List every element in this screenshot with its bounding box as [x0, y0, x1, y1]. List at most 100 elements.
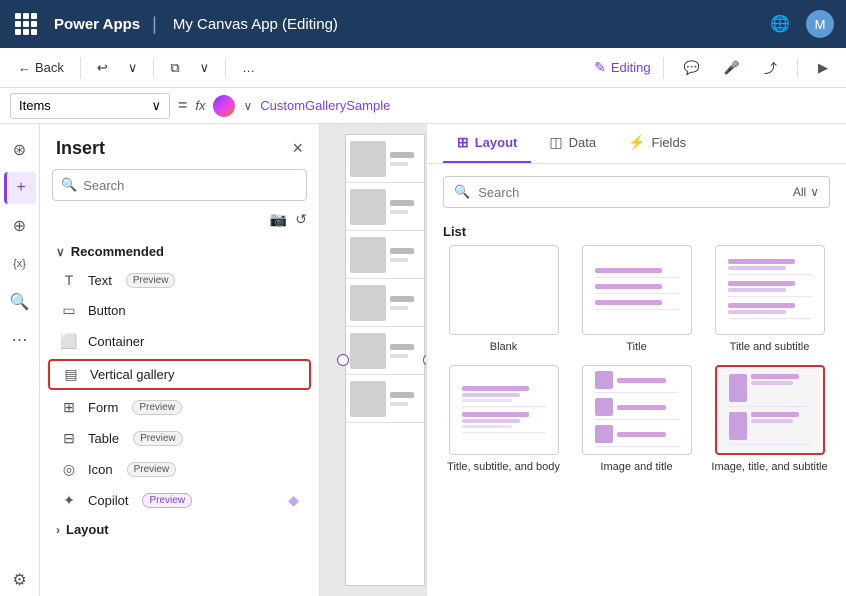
- form-label: Form: [88, 400, 118, 415]
- layout-search-icon: 🔍: [454, 184, 470, 200]
- globe-icon-button[interactable]: 🌐: [766, 10, 794, 38]
- title-subtitle-body-preview: [449, 365, 559, 455]
- separator-5: [797, 58, 798, 78]
- tab-data[interactable]: ◫ Data: [535, 124, 610, 163]
- layout-option-title-subtitle-body[interactable]: Title, subtitle, and body: [443, 365, 564, 473]
- scope-dropdown[interactable]: Items ∨: [10, 93, 170, 119]
- gallery-line2-1: [390, 162, 408, 166]
- gallery-item-2: [346, 183, 424, 231]
- more-button[interactable]: …: [234, 54, 263, 82]
- more-vert-icon-button[interactable]: ⋯: [4, 324, 36, 356]
- title-preview-content: [591, 264, 683, 316]
- panel-close-button[interactable]: ×: [292, 138, 303, 159]
- insert-search-bar[interactable]: 🔍: [52, 169, 307, 201]
- panel-item-container[interactable]: ⬜ Container: [40, 326, 319, 357]
- secondary-toolbar: ← Back ↩ ∨ ⧉ ∨ … ✎ Editing 💬 🎤 ⤴ ▶: [0, 48, 846, 88]
- layout-section-header[interactable]: › Layout: [40, 516, 319, 543]
- formula-bar: Items ∨ = fx ∨: [0, 88, 846, 124]
- panel-item-vertical-gallery[interactable]: ▤ Vertical gallery: [48, 359, 311, 390]
- layout-option-image-title[interactable]: Image and title: [576, 365, 697, 473]
- panel-item-button[interactable]: ▭ Button: [40, 295, 319, 326]
- resize-handle-left[interactable]: [337, 354, 349, 366]
- layout-option-image-title-subtitle[interactable]: Image, title, and subtitle: [709, 365, 830, 473]
- search-icon: 🔍: [61, 177, 77, 193]
- scope-label: Items: [19, 98, 51, 113]
- panel-item-text[interactable]: T Text Preview: [40, 265, 319, 295]
- gallery-line2-2: [390, 210, 408, 214]
- panel-item-table[interactable]: ⊟ Table Preview: [40, 423, 319, 454]
- gallery-line1-2: [390, 200, 414, 206]
- gallery-thumb-6: [350, 381, 386, 417]
- gallery-item-5: [346, 327, 424, 375]
- main-layout: ⊛ + ⊕ {x} 🔍 ⋯ ⚙ Insert × 🔍 📷 ↺ ∨ Recomme…: [0, 124, 846, 596]
- insert-search-input[interactable]: [83, 178, 298, 193]
- layout-search-bar[interactable]: 🔍 All ∨: [443, 176, 830, 208]
- copilot-badge: Preview: [142, 493, 192, 508]
- undo-button[interactable]: ↩: [89, 54, 116, 82]
- layout-search-input[interactable]: [478, 185, 785, 200]
- insert-panel: Insert × 🔍 📷 ↺ ∨ Recommended T Text Prev…: [40, 124, 320, 596]
- button-label: Button: [88, 303, 126, 318]
- copy-icon: ⧉: [170, 60, 179, 76]
- play-button[interactable]: ▶: [810, 54, 836, 82]
- filter-all-label: All: [793, 185, 806, 199]
- form-badge: Preview: [132, 400, 182, 415]
- layout-option-title-subtitle[interactable]: Title and subtitle: [709, 245, 830, 353]
- panel-item-copilot[interactable]: ✦ Copilot Preview ◆: [40, 485, 319, 516]
- layers-icon-button[interactable]: ⊕: [4, 210, 36, 242]
- panel-item-form[interactable]: ⊞ Form Preview: [40, 392, 319, 423]
- equals-sign: =: [178, 97, 187, 115]
- gallery-line1-3: [390, 248, 414, 254]
- tab-layout[interactable]: ⊞ Layout: [443, 124, 531, 163]
- text-label: Text: [88, 273, 112, 288]
- chevron-down-icon-section: ∨: [56, 245, 65, 259]
- gallery-line1-1: [390, 152, 414, 158]
- canvas-content: [320, 124, 426, 596]
- mic-button[interactable]: 🎤: [716, 54, 748, 82]
- recommended-section-header[interactable]: ∨ Recommended: [40, 238, 319, 265]
- image-title-content: [591, 367, 683, 453]
- copy-button[interactable]: ⧉: [162, 54, 187, 82]
- copy-dropdown-button[interactable]: ∨: [192, 54, 218, 82]
- table-badge: Preview: [133, 431, 183, 446]
- app-grid-button[interactable]: [12, 10, 40, 38]
- icon-bar: ⊛ + ⊕ {x} 🔍 ⋯ ⚙: [0, 124, 40, 596]
- gallery-item-3: [346, 231, 424, 279]
- editing-badge: ✎ Editing: [594, 59, 650, 76]
- camera-action-button[interactable]: 📷: [270, 211, 287, 228]
- container-label: Container: [88, 334, 144, 349]
- app-brand: Power Apps: [54, 16, 140, 33]
- more-icon: …: [242, 60, 255, 75]
- formula-input[interactable]: [260, 93, 836, 119]
- layout-grid: Blank Title: [427, 245, 846, 489]
- app-frame: [345, 134, 425, 586]
- variable-icon-button[interactable]: {x}: [4, 248, 36, 280]
- layout-filter-dropdown[interactable]: All ∨: [793, 185, 819, 199]
- fields-tab-label: Fields: [652, 135, 687, 150]
- insert-icon-button[interactable]: +: [4, 172, 36, 204]
- panel-header: Insert ×: [40, 124, 319, 169]
- list-section-title: List: [427, 216, 846, 245]
- settings-icon-button[interactable]: ⚙: [4, 564, 36, 596]
- comment-button[interactable]: 💬: [676, 54, 708, 82]
- layout-option-title[interactable]: Title: [576, 245, 697, 353]
- refresh-action-button[interactable]: ↺: [295, 211, 307, 228]
- gallery-thumb-4: [350, 285, 386, 321]
- panel-item-icon[interactable]: ◎ Icon Preview: [40, 454, 319, 485]
- filter-chevron-icon: ∨: [810, 185, 819, 199]
- treeview-icon-button[interactable]: ⊛: [4, 134, 36, 166]
- canvas-area: [320, 124, 426, 596]
- undo-dropdown-button[interactable]: ∨: [120, 54, 146, 82]
- title-subtitle-body-label: Title, subtitle, and body: [447, 461, 560, 473]
- search-icon-button[interactable]: 🔍: [4, 286, 36, 318]
- layout-option-blank[interactable]: Blank: [443, 245, 564, 353]
- layout-tabs: ⊞ Layout ◫ Data ⚡ Fields: [427, 124, 846, 164]
- tab-fields[interactable]: ⚡ Fields: [614, 124, 700, 163]
- share-button[interactable]: ⤴: [756, 54, 785, 82]
- gallery-thumb-5: [350, 333, 386, 369]
- gallery-lines-3: [390, 248, 420, 262]
- table-label: Table: [88, 431, 119, 446]
- image-title-label: Image and title: [600, 461, 672, 473]
- back-button[interactable]: ← Back: [10, 54, 72, 82]
- avatar-button[interactable]: M: [806, 10, 834, 38]
